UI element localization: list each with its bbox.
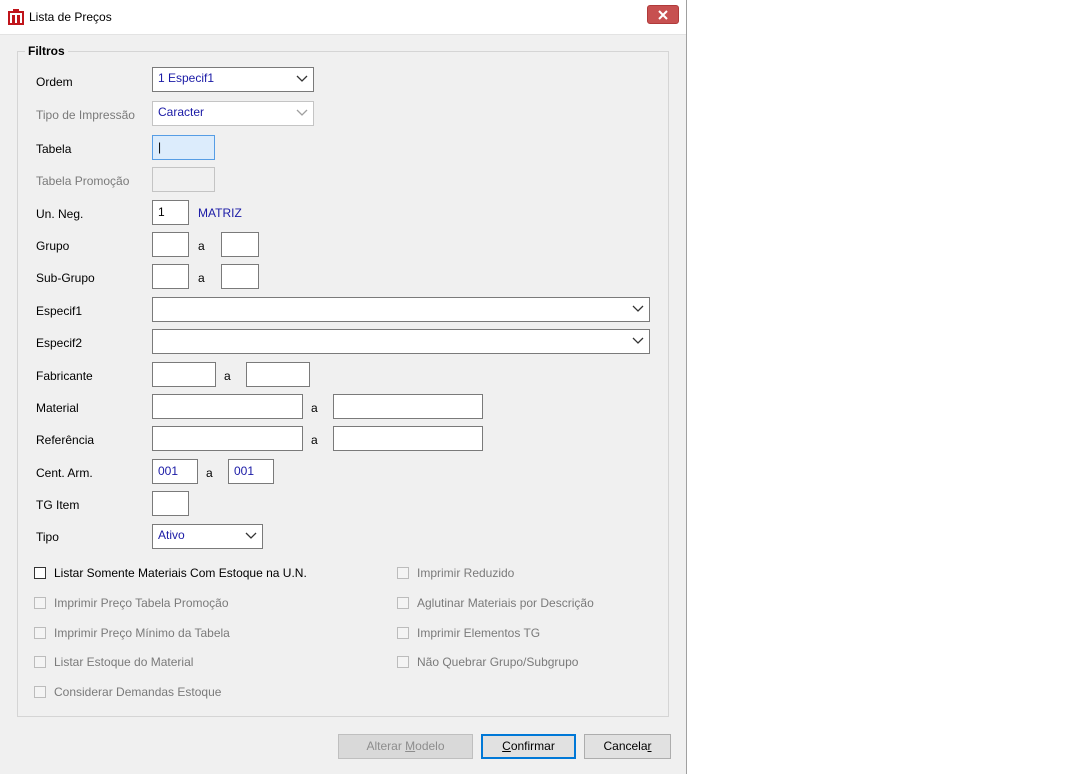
cent-arm-sep: a [206,466,213,480]
checkbox-box[interactable] [34,567,46,579]
listar-estoque-un-label: Listar Somente Materiais Com Estoque na … [54,566,307,580]
listar-estoque-material-label: Listar Estoque do Material [54,655,194,669]
fabricante-sep: a [224,369,231,383]
chevron-down-icon [632,337,644,344]
referencia-to-input[interactable] [333,426,483,451]
grupo-sep: a [198,239,205,253]
tipo-label: Tipo [36,530,59,544]
alterar-modelo-label-pre: Alterar [366,739,406,753]
cancelar-accesskey: r [647,739,652,753]
chevron-down-icon [245,532,257,539]
imprimir-elementos-tg-label: Imprimir Elementos TG [417,626,541,640]
tipo-value: Ativo [158,528,185,542]
sub-grupo-sep: a [198,271,205,285]
un-neg-name: MATRIZ [198,206,242,220]
window-title: Lista de Preços [29,10,112,24]
close-icon [658,10,668,20]
chevron-down-icon [296,75,308,82]
dialog-window: Lista de Preços Filtros Ordem 1 Especif1… [0,0,687,774]
checkbox-box [34,627,46,639]
nao-quebrar-grupo-checkbox: Não Quebrar Grupo/Subgrupo [397,655,578,669]
imprimir-preco-promocao-label: Imprimir Preço Tabela Promoção [54,596,229,610]
fabricante-to-input[interactable] [246,362,310,387]
nao-quebrar-grupo-label: Não Quebrar Grupo/Subgrupo [417,655,579,669]
checkbox-box [397,627,409,639]
especif1-select[interactable] [152,297,650,322]
imprimir-preco-minimo-label: Imprimir Preço Mínimo da Tabela [54,626,230,640]
ordem-value: 1 Especif1 [158,71,215,85]
tipo-impressao-select: Caracter [152,101,314,126]
close-button[interactable] [647,5,679,24]
confirmar-button[interactable]: Confirmar [481,734,576,759]
alterar-modelo-label-post: odelo [415,739,445,753]
tg-item-input[interactable] [152,491,189,516]
checkbox-box [397,567,409,579]
cent-arm-label: Cent. Arm. [36,466,93,480]
checkbox-box [34,686,46,698]
material-from-input[interactable] [152,394,303,419]
ordem-select[interactable]: 1 Especif1 [152,67,314,92]
chevron-down-icon [632,305,644,312]
aglutinar-materiais-checkbox: Aglutinar Materiais por Descrição [397,596,594,610]
checkbox-box [34,656,46,668]
cancelar-button[interactable]: Cancelar [584,734,671,759]
listar-estoque-material-checkbox: Listar Estoque do Material [34,655,193,669]
grupo-from-input[interactable] [152,232,189,257]
considerar-demandas-checkbox: Considerar Demandas Estoque [34,685,221,699]
considerar-demandas-label: Considerar Demandas Estoque [54,685,222,699]
tabela-input[interactable]: | [152,135,215,160]
app-logo-icon [8,9,24,25]
ordem-label: Ordem [36,75,73,89]
aglutinar-materiais-label: Aglutinar Materiais por Descrição [417,596,594,610]
referencia-sep: a [311,433,318,447]
tipo-select[interactable]: Ativo [152,524,263,549]
tabela-label: Tabela [36,142,72,156]
imprimir-preco-promocao-checkbox: Imprimir Preço Tabela Promoção [34,596,229,610]
filters-group [17,51,669,717]
un-neg-label: Un. Neg. [36,207,84,221]
grupo-label: Grupo [36,239,70,253]
fabricante-from-input[interactable] [152,362,216,387]
checkbox-box [397,597,409,609]
un-neg-input[interactable]: 1 [152,200,189,225]
checkbox-box [397,656,409,668]
alterar-modelo-accesskey: M [405,739,416,753]
cancelar-label-pre: Cancela [603,739,648,753]
imprimir-preco-minimo-checkbox: Imprimir Preço Mínimo da Tabela [34,626,230,640]
fabricante-label: Fabricante [36,369,93,383]
confirmar-accesskey: C [502,739,511,753]
sub-grupo-to-input[interactable] [221,264,259,289]
confirmar-label-post: onfirmar [510,739,555,753]
grupo-to-input[interactable] [221,232,259,257]
referencia-from-input[interactable] [152,426,303,451]
sub-grupo-label: Sub-Grupo [36,271,95,285]
chevron-down-icon [296,109,308,116]
cent-arm-to-input[interactable]: 001 [228,459,274,484]
especif2-label: Especif2 [36,336,83,350]
checkbox-box [34,597,46,609]
filters-group-label: Filtros [25,44,68,58]
referencia-label: Referência [36,433,95,447]
material-label: Material [36,401,79,415]
material-to-input[interactable] [333,394,483,419]
title-bar[interactable]: Lista de Preços [0,0,686,35]
sub-grupo-from-input[interactable] [152,264,189,289]
especif2-select[interactable] [152,329,650,354]
imprimir-reduzido-checkbox: Imprimir Reduzido [397,566,514,580]
tg-item-label: TG Item [36,498,80,512]
especif1-label: Especif1 [36,304,83,318]
imprimir-elementos-tg-checkbox: Imprimir Elementos TG [397,626,540,640]
alterar-modelo-button: Alterar Modelo [338,734,473,759]
tipo-impressao-label: Tipo de Impressão [36,108,135,122]
material-sep: a [311,401,318,415]
imprimir-reduzido-label: Imprimir Reduzido [417,566,515,580]
tipo-impressao-value: Caracter [158,105,205,119]
tabela-promocao-label: Tabela Promoção [36,174,130,188]
cent-arm-from-input[interactable]: 001 [152,459,198,484]
listar-estoque-un-checkbox[interactable]: Listar Somente Materiais Com Estoque na … [34,566,307,580]
tabela-promocao-input [152,167,215,192]
